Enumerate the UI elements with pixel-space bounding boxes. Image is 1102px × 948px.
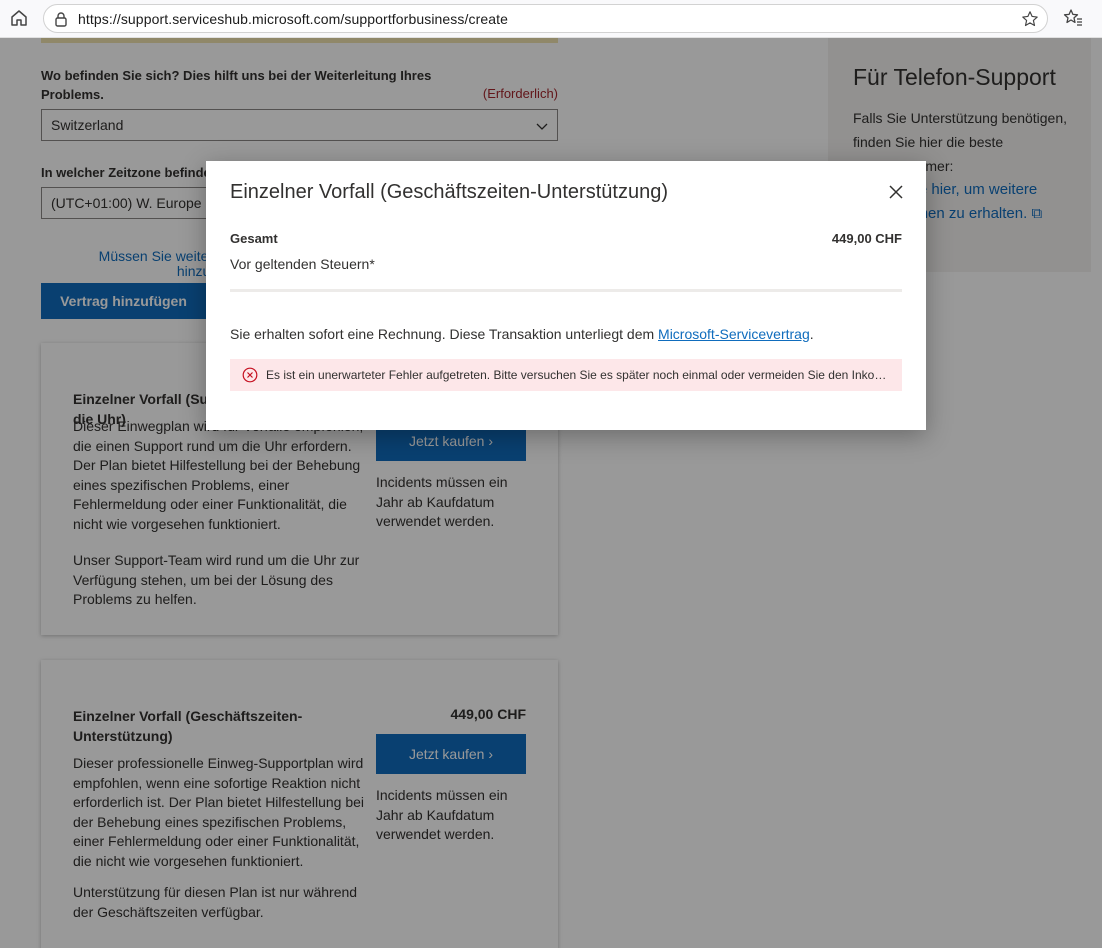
address-bar[interactable]: https://support.serviceshub.microsoft.co…	[43, 4, 1048, 33]
favorite-star-icon[interactable]	[1021, 10, 1039, 28]
dialog-title: Einzelner Vorfall (Geschäftszeiten-Unter…	[230, 181, 668, 203]
browser-toolbar: https://support.serviceshub.microsoft.co…	[0, 0, 1102, 38]
error-message: Es ist ein unerwarteter Fehler aufgetret…	[266, 368, 892, 382]
tax-note: Vor geltenden Steuern*	[230, 256, 375, 272]
lock-icon[interactable]	[54, 11, 68, 27]
favorites-icon[interactable]	[1063, 8, 1083, 28]
total-value: 449,00 CHF	[831, 231, 902, 246]
home-icon[interactable]	[9, 8, 29, 28]
service-agreement-link[interactable]: Microsoft-Servicevertrag	[658, 326, 810, 342]
url-text[interactable]: https://support.serviceshub.microsoft.co…	[78, 11, 508, 27]
error-icon	[242, 367, 258, 383]
close-icon[interactable]	[886, 182, 906, 202]
invoice-info: Sie erhalten sofort eine Rechnung. Diese…	[230, 326, 814, 342]
invoice-info-text: Sie erhalten sofort eine Rechnung. Diese…	[230, 326, 659, 342]
purchase-dialog: Einzelner Vorfall (Geschäftszeiten-Unter…	[206, 161, 926, 430]
total-label: Gesamt	[230, 231, 278, 246]
invoice-info-end: .	[809, 326, 814, 342]
error-message-bar: Es ist ein unerwarteter Fehler aufgetret…	[230, 359, 902, 391]
divider	[230, 289, 902, 292]
